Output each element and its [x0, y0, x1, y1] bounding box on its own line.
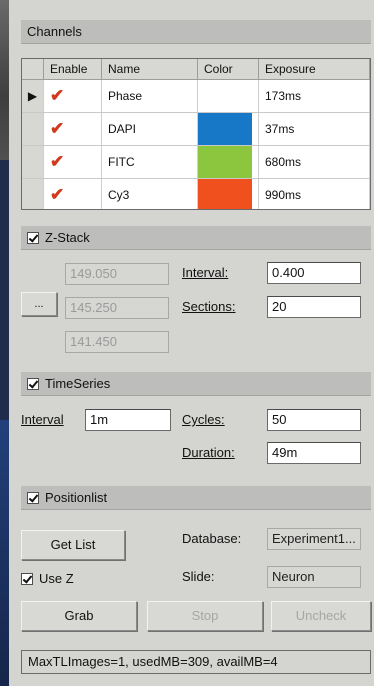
timeseries-header[interactable]: TimeSeries: [21, 372, 371, 396]
status-bar: MaxTLImages=1, usedMB=309, availMB=4: [21, 650, 371, 674]
timeseries-checkbox[interactable]: [27, 377, 39, 390]
table-row[interactable]: ✔ DAPI 37ms: [22, 113, 370, 146]
row-marker: [22, 113, 44, 145]
timeseries-interval-label: Interval: [21, 412, 64, 427]
get-list-button[interactable]: Get List: [21, 530, 125, 560]
channel-name[interactable]: Cy3: [102, 179, 198, 209]
timeseries-interval-input[interactable]: 1m: [85, 409, 171, 431]
timeseries-cycles-input[interactable]: 50: [267, 409, 361, 431]
zstack-sections-input[interactable]: 20: [267, 296, 361, 318]
use-z-label: Use Z: [39, 571, 74, 586]
enabled-check-icon[interactable]: ✔: [50, 185, 64, 205]
channel-name[interactable]: Phase: [102, 80, 198, 112]
column-enable[interactable]: Enable: [44, 59, 102, 79]
positionlist-checkbox[interactable]: [27, 491, 39, 504]
timeseries-duration-input[interactable]: 49m: [267, 442, 361, 464]
channel-exposure[interactable]: 680ms: [259, 146, 370, 178]
row-header-corner: [22, 59, 44, 79]
zstack-title: Z-Stack: [45, 230, 90, 245]
channel-name[interactable]: DAPI: [102, 113, 198, 145]
timeseries-duration-label: Duration:: [182, 445, 235, 460]
row-marker: [22, 146, 44, 178]
channels-table-header: Enable Name Color Exposure: [22, 59, 370, 80]
enabled-check-icon[interactable]: ✔: [50, 152, 64, 172]
timeseries-title: TimeSeries: [45, 376, 111, 391]
positionlist-header[interactable]: Positionlist: [21, 486, 371, 510]
zstack-interval-label: Interval:: [182, 265, 229, 280]
row-selected-marker: ▶: [22, 80, 44, 112]
channels-table: Enable Name Color Exposure ▶ ✔ Phase 173…: [21, 58, 371, 210]
column-name[interactable]: Name: [102, 59, 198, 79]
timeseries-cycles-label: Cycles:: [182, 412, 225, 427]
acquisition-panel: Channels Enable Name Color Exposure ▶ ✔ …: [9, 0, 374, 686]
slide-label: Slide:: [182, 569, 215, 584]
enabled-check-icon[interactable]: ✔: [50, 86, 64, 106]
z-position-top-field: 149.050: [65, 263, 169, 285]
slide-field: Neuron: [267, 566, 361, 588]
channels-header: Channels: [21, 20, 371, 44]
table-row[interactable]: ▶ ✔ Phase 173ms: [22, 80, 370, 113]
zstack-interval-input[interactable]: 0.400: [267, 262, 361, 284]
channel-name[interactable]: FITC: [102, 146, 198, 178]
channels-title: Channels: [27, 24, 82, 39]
zstack-header[interactable]: Z-Stack: [21, 226, 371, 250]
channel-exposure[interactable]: 990ms: [259, 179, 370, 209]
zstack-checkbox[interactable]: [27, 231, 39, 244]
positionlist-title: Positionlist: [45, 490, 108, 505]
channel-exposure[interactable]: 37ms: [259, 113, 370, 145]
channel-color-swatch[interactable]: [198, 80, 252, 112]
uncheck-button[interactable]: Uncheck: [271, 601, 371, 631]
grab-button[interactable]: Grab: [21, 601, 137, 631]
table-row[interactable]: ✔ Cy3 990ms: [22, 179, 370, 209]
z-position-current-field: 145.250: [65, 297, 169, 319]
row-marker: [22, 179, 44, 209]
channel-color-swatch[interactable]: [198, 146, 252, 178]
use-z-checkbox[interactable]: [21, 572, 33, 585]
channel-color-swatch[interactable]: [198, 113, 252, 145]
database-field: Experiment1...: [267, 528, 361, 550]
z-position-bottom-field: 141.450: [65, 331, 169, 353]
enabled-check-icon[interactable]: ✔: [50, 119, 64, 139]
database-label: Database:: [182, 531, 242, 546]
table-row[interactable]: ✔ FITC 680ms: [22, 146, 370, 179]
stop-button[interactable]: Stop: [147, 601, 263, 631]
column-exposure[interactable]: Exposure: [259, 59, 370, 79]
column-color[interactable]: Color: [198, 59, 259, 79]
zstack-sections-label: Sections:: [182, 299, 236, 314]
use-z-option[interactable]: Use Z: [21, 571, 74, 586]
channel-exposure[interactable]: 173ms: [259, 80, 370, 112]
z-set-position-button[interactable]: ...: [21, 292, 57, 316]
channel-color-swatch[interactable]: [198, 179, 252, 209]
